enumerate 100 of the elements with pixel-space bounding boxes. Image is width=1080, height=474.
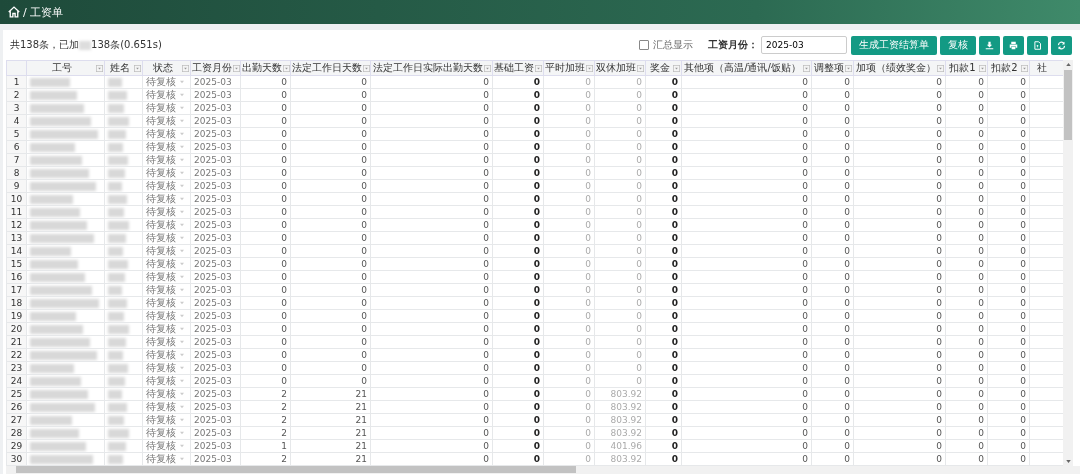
filter-icon[interactable] xyxy=(803,64,810,72)
download-button[interactable] xyxy=(979,35,1000,55)
filter-icon[interactable] xyxy=(979,64,986,72)
checkbox-label: 汇总显示 xyxy=(653,38,693,52)
column-header[interactable]: 出勤天数 xyxy=(240,60,291,76)
filter-icon[interactable] xyxy=(1021,64,1028,72)
table-cell: 0 xyxy=(533,155,540,165)
filter-icon[interactable] xyxy=(182,64,189,72)
table-cell: 0 xyxy=(281,298,287,308)
filter-icon[interactable] xyxy=(232,64,240,72)
column-header[interactable]: 基础工资 xyxy=(492,60,544,76)
table-cell: 0 xyxy=(936,324,942,334)
scrollbar-thumb[interactable] xyxy=(1064,70,1072,140)
column-header[interactable]: 状态 xyxy=(142,60,191,76)
month-field[interactable]: 2025-03 xyxy=(761,36,847,54)
filter-icon[interactable] xyxy=(282,64,290,72)
checkbox[interactable] xyxy=(639,40,649,50)
filter-icon[interactable] xyxy=(845,64,852,72)
filter-icon[interactable] xyxy=(637,64,644,72)
column-header[interactable]: 加项（绩效奖金） xyxy=(853,60,946,76)
table-cell: 0 xyxy=(978,207,984,217)
table-cell: 待复核 xyxy=(146,271,176,282)
table-cell: 2025-03 xyxy=(194,155,232,165)
table-cell: 0 xyxy=(1020,168,1026,178)
print-button[interactable] xyxy=(1003,35,1024,55)
table-cell: 0 xyxy=(978,90,984,100)
table-cell: 待复核 xyxy=(146,232,176,243)
scroll-up-icon[interactable] xyxy=(1065,63,1071,66)
column-title: 奖金 xyxy=(649,61,670,75)
scroll-down-icon[interactable] xyxy=(1065,460,1071,463)
filter-icon[interactable] xyxy=(96,64,103,72)
column-header[interactable]: 其他项（高温/通讯/饭贴） xyxy=(681,60,812,76)
table-cell: 0 xyxy=(585,90,591,100)
column-header[interactable]: 奖金 xyxy=(645,60,682,76)
table-cell: 0 xyxy=(636,77,642,87)
table-cell: 0 xyxy=(533,194,540,204)
filter-icon[interactable] xyxy=(484,64,491,72)
table-cell: 0 xyxy=(978,129,984,139)
scrollbar-thumb[interactable] xyxy=(16,466,576,473)
table-cell: 2 xyxy=(281,389,287,399)
redaction-blur xyxy=(30,312,76,321)
table-cell: 待复核 xyxy=(146,349,176,360)
redaction-blur xyxy=(108,442,126,451)
horizontal-scrollbar[interactable] xyxy=(6,466,1080,474)
column-header[interactable]: 扣款2 xyxy=(987,60,1030,76)
table-cell: 0 xyxy=(585,220,591,230)
column-header[interactable]: 平时加班 xyxy=(543,60,595,76)
redaction-blur xyxy=(30,377,81,386)
column-header[interactable]: 法定工作日实际出勤天数 xyxy=(370,60,493,76)
column-header[interactable]: 工号 xyxy=(26,60,105,76)
table-cell: 0 xyxy=(978,298,984,308)
column-header[interactable]: 社 xyxy=(1029,60,1063,76)
export-button[interactable] xyxy=(1027,35,1048,55)
column-header[interactable]: 法定工作日天数 xyxy=(290,60,371,76)
table-cell: 2025-03 xyxy=(194,441,232,451)
redaction-blur xyxy=(30,299,99,308)
table-cell: 21 xyxy=(355,441,367,451)
table-cell: 2025-03 xyxy=(194,194,232,204)
table-cell: 0 xyxy=(281,272,287,282)
column-header[interactable]: 姓名 xyxy=(104,60,143,76)
column-header[interactable]: 扣款1 xyxy=(945,60,988,76)
table-cell: 2025-03 xyxy=(194,363,232,373)
table-cell: 0 xyxy=(361,350,367,360)
table-cell: 0 xyxy=(533,272,540,282)
table-cell: 0 xyxy=(636,311,642,321)
vertical-scrollbar[interactable] xyxy=(1063,60,1073,466)
redaction-blur xyxy=(108,455,123,464)
table-cell: 2 xyxy=(281,454,287,464)
filter-icon[interactable] xyxy=(362,64,370,72)
table-cell: 0 xyxy=(281,90,287,100)
table-cell: 待复核 xyxy=(146,141,176,152)
filter-icon[interactable] xyxy=(673,64,680,72)
table-cell: 0 xyxy=(1020,207,1026,217)
table-cell: 2025-03 xyxy=(194,272,232,282)
column-header[interactable]: 工资月份 xyxy=(190,60,241,76)
home-icon[interactable] xyxy=(8,6,20,18)
table-cell: 0 xyxy=(483,402,489,412)
filter-icon[interactable] xyxy=(535,64,542,72)
table-cell: 0 xyxy=(281,220,287,230)
table-cell: 0 xyxy=(585,259,591,269)
table-cell: 0 xyxy=(844,90,850,100)
table-cell: 0 xyxy=(483,311,489,321)
table-cell: 0 xyxy=(281,181,287,191)
table-cell: 0 xyxy=(533,90,540,100)
table-cell: 0 xyxy=(844,168,850,178)
filter-icon[interactable] xyxy=(134,64,141,72)
redaction-blur xyxy=(108,91,127,100)
refresh-button[interactable] xyxy=(1051,35,1072,55)
filter-icon[interactable] xyxy=(586,64,593,72)
column-header[interactable]: 双休加班 xyxy=(594,60,646,76)
table-cell: 0 xyxy=(844,415,850,425)
record-count: 138条(0.651s) xyxy=(91,38,162,52)
action-button[interactable]: 生成工资结算单 xyxy=(851,35,937,55)
action-button[interactable]: 复核 xyxy=(940,35,976,55)
column-header[interactable]: 调整项 xyxy=(811,60,854,76)
filter-icon[interactable] xyxy=(937,64,944,72)
table-cell: 0 xyxy=(802,311,808,321)
table-cell: 0 xyxy=(585,233,591,243)
table-cell: 0 xyxy=(636,233,642,243)
table-cell: 0 xyxy=(636,207,642,217)
